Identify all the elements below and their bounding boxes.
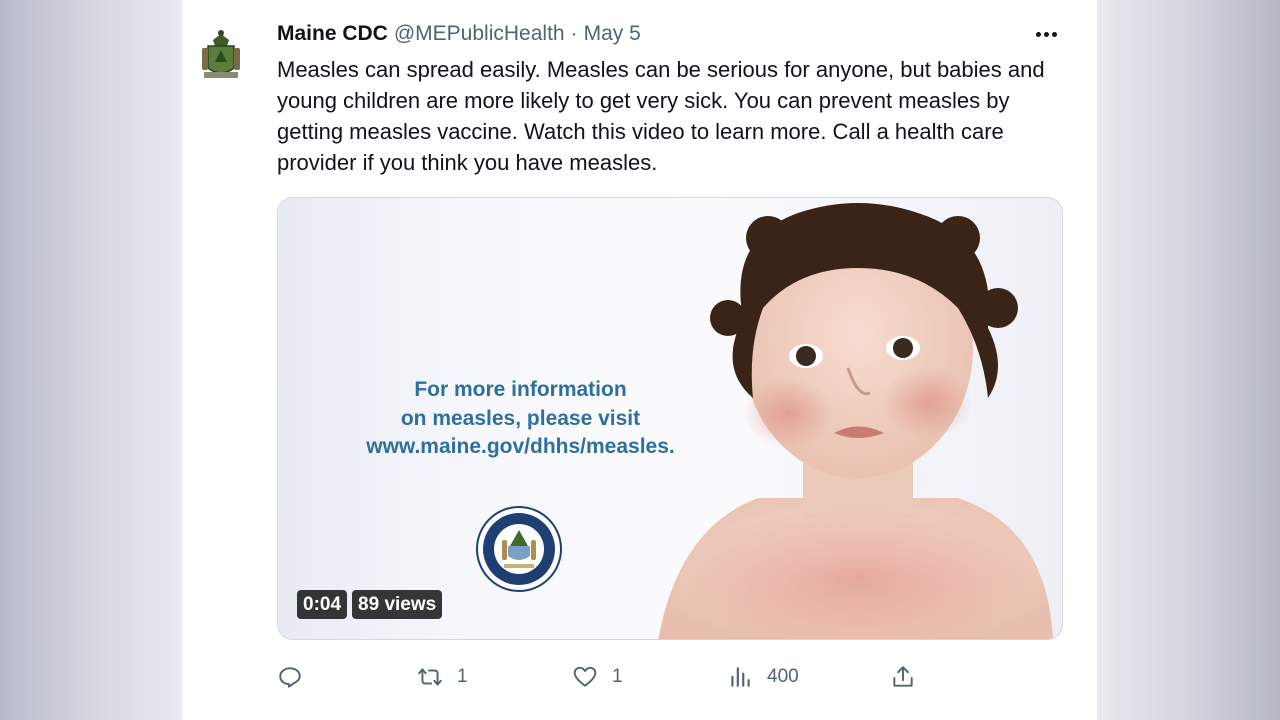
- tweet-date[interactable]: May 5: [584, 22, 641, 46]
- tweet-header: Maine CDC @MEPublicHealth · May 5: [277, 20, 641, 48]
- author-name[interactable]: Maine CDC: [277, 22, 388, 46]
- analytics-icon: [731, 667, 750, 687]
- tweet-card[interactable]: Maine CDC @MEPublicHealth · May 5 Measle…: [182, 0, 1097, 720]
- views-button[interactable]: 400: [727, 660, 799, 694]
- like-count: 1: [612, 666, 623, 687]
- tweet-actions: 1 1 400: [277, 660, 1057, 694]
- video-badges: 0:04 89 views: [297, 590, 443, 619]
- share-button[interactable]: [890, 660, 916, 694]
- reply-icon: [279, 667, 301, 688]
- heart-icon: [573, 666, 597, 687]
- retweet-icon: [418, 668, 442, 686]
- separator-dot: ·: [570, 22, 578, 45]
- right-background: [1097, 0, 1280, 720]
- author-handle[interactable]: @MEPublicHealth: [394, 22, 565, 46]
- share-icon: [893, 666, 913, 687]
- left-background: [0, 0, 182, 720]
- reply-button[interactable]: [277, 660, 317, 694]
- avatar[interactable]: [200, 28, 242, 82]
- child-photo: [658, 203, 1053, 639]
- more-horizontal-icon[interactable]: [1031, 20, 1061, 48]
- dhhs-seal-icon: [476, 506, 562, 592]
- views-count: 400: [767, 666, 799, 687]
- like-button[interactable]: 1: [572, 660, 623, 694]
- video-views: 89 views: [352, 590, 443, 619]
- video-duration: 0:04: [297, 590, 348, 619]
- video-player[interactable]: For more information on measles, please …: [277, 197, 1063, 640]
- tweet-text: Measles can spread easily. Measles can b…: [277, 57, 1045, 175]
- retweet-count: 1: [457, 666, 468, 687]
- retweet-button[interactable]: 1: [417, 660, 468, 694]
